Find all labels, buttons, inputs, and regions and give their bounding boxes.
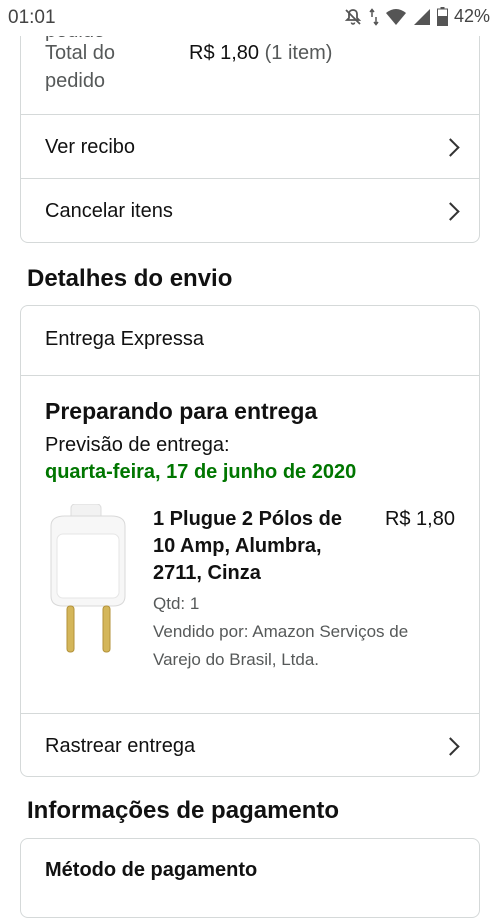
signal-icon — [413, 8, 430, 25]
order-total-label-line2: pedido — [45, 70, 106, 92]
payment-method-label: Método de pagamento — [45, 859, 258, 881]
shipment-status-title: Preparando para entrega — [45, 398, 318, 424]
order-total-amount: R$ 1,80 — [189, 42, 260, 64]
battery-icon — [436, 7, 448, 26]
status-time: 01:01 — [8, 7, 56, 28]
forecast-label: Previsão de entrega: — [45, 434, 230, 456]
product-qty: Qtd: 1 — [153, 594, 200, 613]
forecast-date: quarta-feira, 17 de junho de 2020 — [45, 461, 357, 483]
chevron-right-icon — [441, 138, 460, 157]
order-total-label-line1: Total do — [45, 42, 116, 64]
track-delivery-row[interactable]: Rastrear entrega — [21, 713, 479, 776]
order-total-items: (1 item) — [264, 42, 333, 64]
payment-card: Método de pagamento — [20, 838, 480, 918]
shipping-card: Entrega Expressa Preparando para entrega… — [20, 305, 480, 777]
product-image[interactable] — [39, 504, 139, 654]
order-total-value: R$ 1,80 (1 item) — [189, 42, 332, 65]
data-arrows-icon — [369, 7, 379, 26]
chevron-right-icon — [441, 737, 460, 756]
payment-section-title: Informações de pagamento — [27, 797, 340, 824]
ver-recibo-label: Ver recibo — [45, 136, 136, 158]
battery-percent: 42% — [453, 6, 490, 26]
shipment-details: Preparando para entrega Previsão de entr… — [21, 375, 479, 713]
product-price: R$ 1,80 — [384, 508, 455, 530]
product-title-line2[interactable]: 10 Amp, Alumbra, — [153, 535, 322, 558]
order-summary-card: pedido Total do pedido R$ 1,80 (1 item) … — [20, 0, 480, 243]
cancelar-itens-label: Cancelar itens — [45, 200, 173, 222]
wifi-icon — [385, 8, 406, 25]
chevron-right-icon — [441, 202, 460, 221]
status-bar: 01:01 42% — [0, 0, 500, 36]
shipping-method: Entrega Expressa — [45, 328, 204, 350]
status-icons: 42% — [343, 6, 490, 27]
shipping-section-title: Detalhes do envio — [27, 265, 233, 292]
cancelar-itens-row[interactable]: Cancelar itens — [21, 178, 479, 242]
product-title-line3[interactable]: 2711, Cinza — [153, 562, 261, 585]
product-title-line1[interactable]: 1 Plugue 2 Pólos de — [153, 508, 342, 531]
muted-notification-icon — [344, 8, 362, 25]
ver-recibo-row[interactable]: Ver recibo — [21, 114, 479, 178]
seller-line2: Varejo do Brasil, Ltda. — [153, 650, 319, 669]
seller-line1: Vendido por: Amazon Serviços de — [153, 622, 409, 641]
track-delivery-label: Rastrear entrega — [45, 735, 196, 757]
